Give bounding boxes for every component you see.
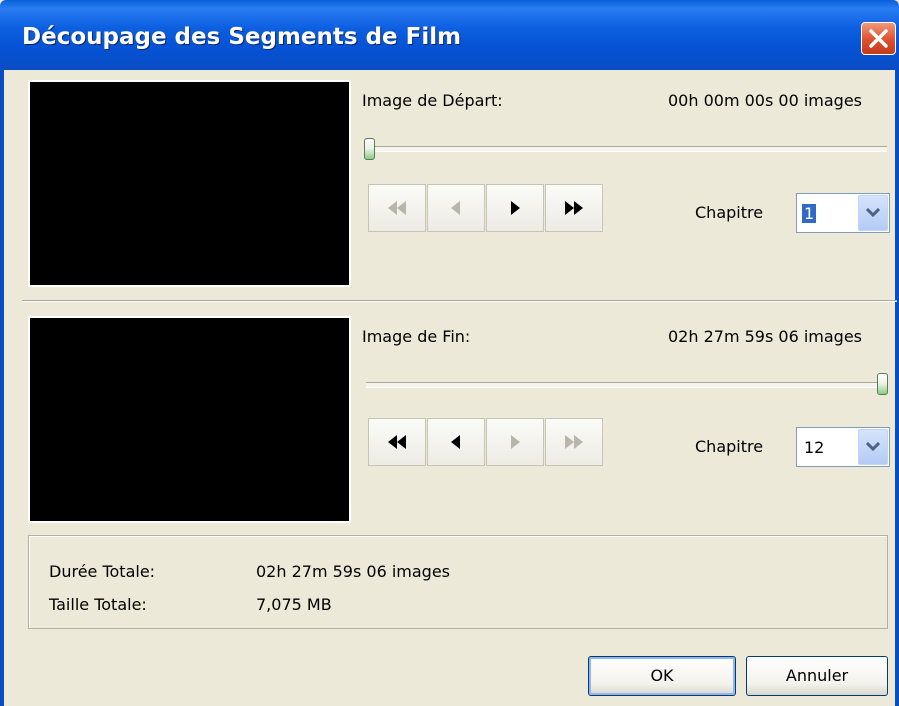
total-size-label: Taille Totale: [49,595,147,614]
end-slider-track[interactable] [366,382,887,388]
total-duration-label: Durée Totale: [49,562,156,581]
fast-forward-icon [565,435,583,449]
end-rewind-button[interactable] [368,418,426,466]
title-bar[interactable]: Découpage des Segments de Film [0,0,899,70]
step-back-icon [451,201,460,215]
step-forward-icon [511,435,520,449]
summary-group [28,535,888,629]
window-border-right [895,70,899,706]
end-chapter-dropdown-button[interactable] [858,429,888,465]
rewind-icon [388,201,406,215]
end-step-back-button[interactable] [427,418,485,466]
end-frame-time: 02h 27m 59s 06 images [668,327,863,346]
end-slider-thumb[interactable] [877,373,888,395]
start-chapter-value: 1 [802,204,817,223]
section-divider [22,300,897,302]
cancel-button[interactable]: Annuler [746,656,888,696]
total-size-value: 7,075 MB [256,595,332,614]
close-icon [869,29,888,48]
window-border-left [0,70,4,706]
start-frame-time: 00h 00m 00s 00 images [668,91,863,110]
end-frame-label: Image de Fin: [362,327,471,346]
ok-button[interactable]: OK [588,656,736,696]
start-frame-label: Image de Départ: [362,91,503,110]
end-chapter-value: 12 [804,438,825,457]
end-chapter-select[interactable]: 12 [796,427,890,467]
dialog-window: Découpage des Segments de Film Image de … [0,0,899,706]
start-slider-track[interactable] [366,146,887,152]
rewind-icon [388,435,406,449]
fast-forward-icon [565,201,583,215]
total-duration-value: 02h 27m 59s 06 images [256,562,451,581]
start-fast-forward-button[interactable] [545,184,603,232]
step-forward-icon [511,201,520,215]
start-chapter-select[interactable]: 1 [796,193,890,233]
end-step-forward-button[interactable] [486,418,544,466]
end-chapter-label: Chapitre [695,437,764,456]
start-step-back-button[interactable] [427,184,485,232]
end-frame-preview [28,316,351,523]
start-slider-thumb[interactable] [364,138,375,160]
window-title: Découpage des Segments de Film [22,24,462,50]
chevron-down-icon [866,442,880,452]
start-frame-preview [28,80,351,287]
end-fast-forward-button[interactable] [545,418,603,466]
start-rewind-button[interactable] [368,184,426,232]
chevron-down-icon [866,208,880,218]
start-step-forward-button[interactable] [486,184,544,232]
step-back-icon [451,435,460,449]
close-button[interactable] [861,22,896,55]
start-chapter-label: Chapitre [695,203,764,222]
start-chapter-dropdown-button[interactable] [858,195,888,231]
